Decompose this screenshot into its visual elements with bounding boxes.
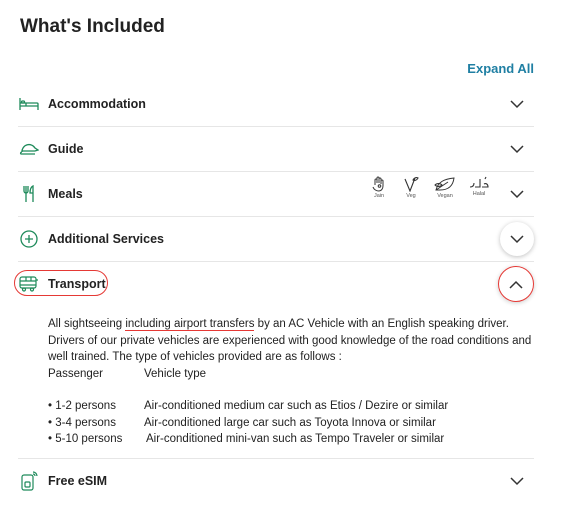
chevron-down-icon[interactable]	[500, 87, 534, 121]
section-guide[interactable]: Guide	[18, 127, 534, 172]
vehicle-row: • 3-4 persons Air-conditioned large car …	[48, 416, 436, 429]
vegan-icon: Vegan	[432, 176, 458, 199]
expand-all-link[interactable]: Expand All	[467, 61, 534, 76]
halal-icon: Halal	[468, 176, 490, 199]
airport-transfers-highlight: including airport transfers	[125, 318, 255, 331]
transport-description: All sightseeing including airport transf…	[48, 318, 532, 363]
section-label: Additional Services	[48, 232, 165, 246]
guide-cap-icon	[18, 138, 40, 160]
chevron-down-icon[interactable]	[500, 464, 534, 498]
chevron-down-icon[interactable]	[500, 222, 534, 256]
diet-label: Halal	[472, 191, 486, 197]
vehicle-row: • 5-10 persons Air-conditioned mini-van …	[48, 433, 445, 445]
bed-icon	[18, 93, 40, 115]
vehicle-row: • 1-2 persons Air-conditioned medium car…	[48, 400, 449, 412]
section-accommodation[interactable]: Accommodation	[18, 82, 534, 127]
diet-label: Vegan	[437, 193, 453, 199]
section-label: Meals	[48, 187, 83, 201]
diet-icons: Jain Veg Vegan Halal	[368, 176, 490, 199]
plus-circle-icon	[18, 228, 40, 250]
diet-label: Jain	[373, 193, 385, 199]
section-meals[interactable]: Meals Jain Veg Vegan Halal	[18, 172, 534, 217]
chevron-down-icon[interactable]	[500, 177, 534, 211]
chevron-down-icon[interactable]	[500, 132, 534, 166]
vehicle-table-header: Passenger Vehicle type	[48, 367, 207, 380]
transport-details: All sightseeing including airport transf…	[48, 316, 534, 448]
section-transport[interactable]: Transport	[14, 262, 534, 306]
veg-icon: Veg	[400, 176, 422, 199]
diet-label: Veg	[406, 193, 416, 199]
section-label: Transport	[48, 277, 106, 291]
section-free-esim[interactable]: Free eSIM	[18, 459, 534, 503]
chevron-up-icon[interactable]	[498, 266, 534, 302]
section-label: Accommodation	[48, 97, 146, 111]
page-title: What's Included	[20, 16, 165, 37]
bus-icon	[18, 273, 40, 295]
fork-knife-icon	[18, 183, 40, 205]
esim-icon	[18, 470, 40, 492]
jain-icon: Jain	[368, 176, 390, 199]
section-label: Guide	[48, 142, 84, 156]
section-label: Free eSIM	[48, 474, 108, 488]
section-additional-services[interactable]: Additional Services	[18, 217, 534, 262]
